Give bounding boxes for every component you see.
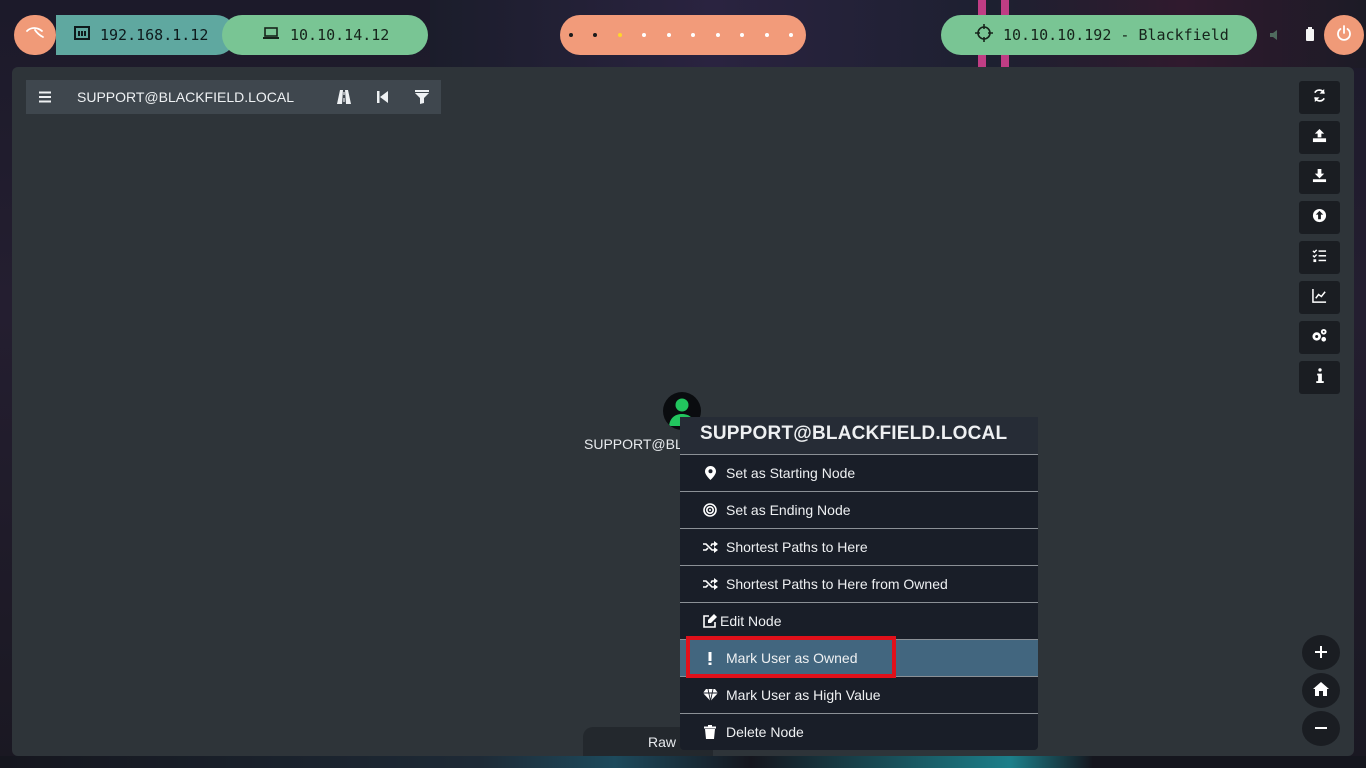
menu-item-set-starting-node[interactable]: Set as Starting Node: [680, 454, 1038, 491]
workspace-dot[interactable]: [788, 33, 793, 37]
vpn-interface: 10.10.14.12: [222, 15, 428, 55]
queries-icon: [1312, 248, 1327, 267]
power-icon: [1336, 25, 1352, 45]
trash-icon: [702, 725, 718, 739]
system-tray: [1257, 15, 1327, 55]
laptop-icon: [262, 26, 280, 44]
menu-item-mark-owned[interactable]: Mark User as Owned: [680, 636, 1038, 678]
settings-icon: [1311, 328, 1328, 347]
wallpaper-bottom: [0, 756, 1366, 768]
home-button[interactable]: [1302, 673, 1340, 708]
plus-icon: [1315, 643, 1327, 662]
back-icon[interactable]: [363, 80, 402, 114]
minus-icon: [1315, 719, 1327, 738]
context-menu-title: SUPPORT@BLACKFIELD.LOCAL: [680, 417, 1038, 454]
node-label: SUPPORT@BLA: [584, 436, 693, 452]
filter-icon[interactable]: [402, 80, 441, 114]
menu-item-label: Edit Node: [720, 613, 782, 629]
settings-button[interactable]: [1299, 321, 1340, 354]
download-icon: [1312, 168, 1327, 187]
shuffle-icon: [702, 541, 718, 553]
crosshair-icon: [975, 24, 993, 46]
graph-button[interactable]: [1299, 281, 1340, 314]
shuffle-icon: [702, 578, 718, 590]
zoom-out-button[interactable]: [1302, 711, 1340, 746]
upload-icon: [1312, 128, 1327, 147]
lan-interface: 192.168.1.12: [56, 15, 236, 55]
workspace-dot[interactable]: [691, 33, 696, 37]
menu-item-label: Set as Ending Node: [726, 502, 851, 518]
search-bar: SUPPORT@BLACKFIELD.LOCAL: [26, 80, 441, 114]
lan-ip: 192.168.1.12: [100, 26, 209, 44]
menu-item-shortest-paths-from-owned[interactable]: Shortest Paths to Here from Owned: [680, 565, 1038, 602]
menu-icon[interactable]: [26, 91, 64, 103]
target-indicator[interactable]: 10.10.10.192 - Blackfield: [941, 15, 1257, 55]
target-icon: [702, 503, 718, 517]
menu-item-label: Set as Starting Node: [726, 465, 856, 481]
menu-item-set-ending-node[interactable]: Set as Ending Node: [680, 491, 1038, 528]
menu-item-label: Mark User as Owned: [726, 650, 858, 666]
workspace-dot[interactable]: [666, 33, 671, 37]
workspace-dot[interactable]: [715, 33, 720, 37]
menu-item-label: Mark User as High Value: [726, 687, 881, 703]
power-button[interactable]: [1324, 15, 1364, 55]
menu-item-shortest-paths[interactable]: Shortest Paths to Here: [680, 528, 1038, 565]
import-button[interactable]: [1299, 201, 1340, 234]
target-text: 10.10.10.192 - Blackfield: [1003, 26, 1229, 44]
vpn-ip: 10.10.14.12: [290, 26, 390, 44]
zoom-in-button[interactable]: [1302, 635, 1340, 670]
map-marker-icon: [702, 466, 718, 480]
refresh-icon: [1312, 88, 1327, 107]
pathfinding-road-icon[interactable]: [324, 80, 363, 114]
queries-button[interactable]: [1299, 241, 1340, 274]
ethernet-icon: [74, 26, 90, 44]
right-toolbar: [1299, 81, 1340, 394]
search-input[interactable]: SUPPORT@BLACKFIELD.LOCAL: [64, 89, 324, 105]
import-icon: [1312, 208, 1327, 227]
volume-icon[interactable]: [1269, 26, 1281, 45]
node-context-menu: SUPPORT@BLACKFIELD.LOCAL Set as Starting…: [680, 417, 1038, 750]
edit-icon: [702, 614, 718, 628]
menu-item-delete-node[interactable]: Delete Node: [680, 713, 1038, 750]
refresh-button[interactable]: [1299, 81, 1340, 114]
workspace-switcher[interactable]: [560, 15, 806, 55]
menu-item-label: Shortest Paths to Here from Owned: [726, 576, 948, 592]
download-button[interactable]: [1299, 161, 1340, 194]
workspace-dot[interactable]: [642, 33, 647, 37]
exclamation-icon: [702, 651, 718, 665]
info-button[interactable]: [1299, 361, 1340, 394]
menu-item-edit-node[interactable]: Edit Node: [680, 602, 1038, 639]
diamond-icon: [702, 689, 718, 701]
upload-button[interactable]: [1299, 121, 1340, 154]
workspace-dot[interactable]: [593, 33, 598, 37]
menu-item-label: Shortest Paths to Here: [726, 539, 868, 555]
zoom-controls: [1302, 635, 1340, 746]
menu-item-mark-high-value[interactable]: Mark User as High Value: [680, 676, 1038, 713]
kali-dragon-icon: [25, 25, 45, 45]
kali-menu-button[interactable]: [14, 15, 56, 55]
graph-canvas[interactable]: SUPPORT@BLACKFIELD.LOCAL SUPPORT@BLA Raw…: [12, 67, 1354, 756]
workspace-dot[interactable]: [569, 33, 573, 37]
battery-icon[interactable]: [1305, 26, 1315, 45]
info-icon: [1315, 368, 1324, 387]
menu-item-label: Delete Node: [726, 724, 804, 740]
workspace-dot[interactable]: [740, 33, 745, 37]
workspace-dot-active[interactable]: [617, 33, 622, 37]
workspace-dot[interactable]: [764, 33, 769, 37]
home-icon: [1313, 681, 1329, 700]
graph-icon: [1312, 288, 1327, 307]
